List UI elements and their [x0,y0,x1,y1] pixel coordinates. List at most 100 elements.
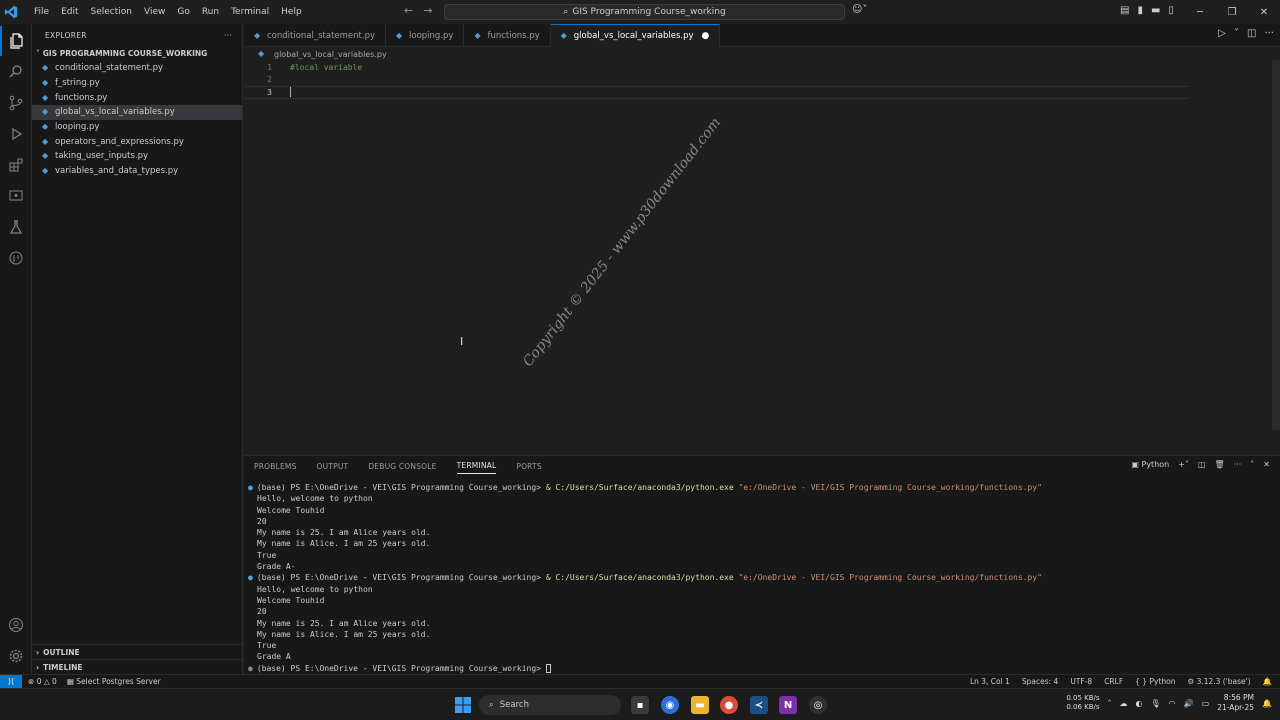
windows-start-icon[interactable] [454,696,472,714]
code-editor[interactable]: 1 #local variable 2 3 [244,60,1272,453]
tab-functions[interactable]: ◆ functions.py [464,24,551,47]
close-icon[interactable]: ✕ [1248,0,1280,24]
menu-go[interactable]: Go [171,7,195,17]
copilot-app-icon[interactable]: ◉ [661,696,679,714]
tab-global-vs-local-variables[interactable]: ◆ global_vs_local_variables.py ● [550,24,721,47]
explorer-file-item[interactable]: ◆ variables_and_data_types.py [32,164,242,179]
customize-layout-icon[interactable]: ▤ [1120,5,1129,16]
new-terminal-icon[interactable]: +˅ [1178,460,1189,469]
tab-conditional-statement[interactable]: ◆ conditional_statement.py [244,24,387,47]
tab-looping[interactable]: ◆ looping.py [386,24,465,47]
more-actions-icon[interactable]: ··· [224,31,232,40]
source-control-icon[interactable] [0,88,32,118]
explorer-file-item[interactable]: ◆ conditional_statement.py [32,61,242,76]
run-debug-icon[interactable] [0,119,32,149]
close-panel-icon[interactable]: ✕ [1263,460,1270,469]
network-speed: 0.05 KB/s 0.06 KB/s [1066,694,1099,712]
editor-scrollbar[interactable] [1272,60,1280,430]
volume-icon[interactable]: 🔊 [1184,699,1194,708]
screen-recorder-icon[interactable]: ◎ [809,696,827,714]
menu-edit[interactable]: Edit [55,7,84,17]
problems-status[interactable]: ⊗ 0 △ 0 [28,677,57,686]
search-icon[interactable] [0,57,32,87]
explorer-file-item[interactable]: ◆ global_vs_local_variables.py [32,105,242,120]
indentation[interactable]: Spaces: 4 [1022,677,1058,686]
more-actions-icon[interactable]: ··· [1264,28,1274,39]
clock[interactable]: 8:56 PM 21-Apr-25 [1217,693,1254,713]
vscode-taskbar-icon[interactable]: ≺ [750,696,768,714]
command-decoration-icon: ● [248,573,253,583]
terminal-command: & C:/Users/Surface/anaconda3/python.exe [545,483,734,492]
file-explorer-icon[interactable]: ▬ [691,696,709,714]
toggle-secondary-sidebar-icon[interactable]: ▯ [1168,5,1174,16]
python-interpreter[interactable]: ⚙ 3.12.3 ('base') [1187,677,1250,686]
menu-run[interactable]: Run [196,7,225,17]
command-center[interactable]: ⌕ GIS Programming Course_working [444,4,845,20]
testing-icon[interactable] [0,212,32,242]
terminal-output-line: Hello, welcome to python [257,494,373,504]
tab-output[interactable]: OUTPUT [317,459,349,474]
explorer-file-item[interactable]: ◆ functions.py [32,90,242,105]
terminal-output[interactable]: ● (base) PS E:\OneDrive - VEI\GIS Program… [248,482,1042,674]
task-view-icon[interactable]: ▪ [631,696,649,714]
onenote-icon[interactable]: N [779,696,797,714]
more-actions-icon[interactable]: ··· [1234,460,1242,469]
battery-icon[interactable]: ▭ [1202,699,1210,708]
remote-indicator-icon[interactable]: ⟩⟨ [0,674,22,689]
tab-debug-console[interactable]: DEBUG CONSOLE [368,459,436,474]
onedrive-icon[interactable]: ☁ [1120,699,1128,708]
settings-gear-icon[interactable] [0,641,32,671]
explorer-file-item[interactable]: ◆ f_string.py [32,76,242,91]
notifications-icon[interactable]: 🔔 [1262,699,1272,708]
explorer-file-item[interactable]: ◆ operators_and_expressions.py [32,134,242,149]
menu-terminal[interactable]: Terminal [225,7,275,17]
chevron-up-icon[interactable]: ˄ [1108,699,1112,708]
trash-icon[interactable]: 🗑 [1215,460,1225,469]
end-of-line[interactable]: CRLF [1104,677,1123,686]
microphone-icon[interactable]: 🎙 [1151,699,1161,708]
explorer-icon[interactable] [0,26,32,56]
terminal-shell-selector[interactable]: ▣ Python [1131,460,1169,469]
extensions-icon[interactable] [0,150,32,180]
cursor-position[interactable]: Ln 3, Col 1 [970,677,1010,686]
toggle-panel-icon[interactable]: ▬ [1151,5,1160,16]
run-dropdown-icon[interactable]: ˅ [1234,28,1239,39]
back-arrow-icon[interactable]: ← [404,4,413,17]
postgres-status[interactable]: ▦ Select Postgres Server [67,677,161,686]
timeline-section[interactable]: › TIMELINE [32,659,243,674]
menu-view[interactable]: View [138,7,171,17]
maximize-panel-icon[interactable]: ˄ [1250,460,1254,469]
outline-section[interactable]: › OUTLINE [32,644,243,659]
python-file-icon: ◆ [42,78,49,88]
tab-terminal[interactable]: TERMINAL [456,458,497,474]
wifi-icon[interactable]: ◠ [1169,699,1176,708]
explorer-file-item[interactable]: ◆ looping.py [32,120,242,135]
unsaved-dot-icon[interactable]: ● [702,31,710,41]
remote-explorer-icon[interactable] [0,181,32,211]
workspace-folder[interactable]: ˅ GIS PROGRAMMING COURSE_WORKING [32,46,242,61]
chrome-icon[interactable]: ● [720,696,738,714]
menu-file[interactable]: File [28,7,55,17]
python-file-icon: ◆ [474,30,481,40]
restore-icon[interactable]: ❐ [1216,0,1248,24]
encoding[interactable]: UTF-8 [1070,677,1092,686]
edge-icon[interactable]: ◐ [1136,699,1143,708]
accounts-icon[interactable] [0,610,32,640]
forward-arrow-icon[interactable]: → [423,4,432,17]
tab-ports[interactable]: PORTS [516,459,541,474]
toggle-sidebar-icon[interactable]: ▮ [1137,5,1143,16]
taskbar-search[interactable]: ⌕ Search [479,695,621,715]
split-terminal-icon[interactable]: ◫ [1198,460,1206,469]
copilot-icon[interactable]: ☺˅ [852,4,867,15]
menu-help[interactable]: Help [275,7,308,17]
breadcrumb-file[interactable]: global_vs_local_variables.py [274,50,387,59]
language-mode[interactable]: { } Python [1135,677,1175,686]
split-editor-icon[interactable]: ◫ [1247,28,1256,39]
explorer-file-item[interactable]: ◆ taking_user_inputs.py [32,149,242,164]
notifications-bell-icon[interactable]: 🔔 [1263,677,1272,686]
menu-selection[interactable]: Selection [85,7,138,17]
run-file-icon[interactable]: ▷ [1218,28,1226,39]
postgres-icon[interactable] [0,243,32,273]
minimize-icon[interactable]: ─ [1184,0,1216,24]
tab-problems[interactable]: PROBLEMS [254,459,297,474]
